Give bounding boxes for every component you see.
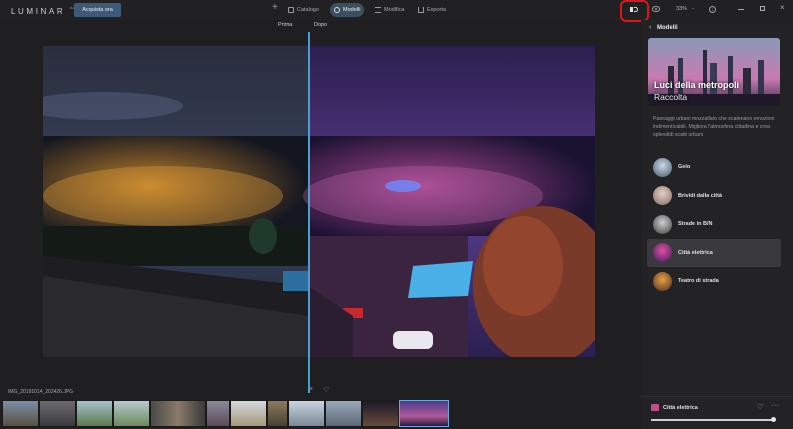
amount-slider-fill — [651, 419, 774, 421]
look-icon — [651, 404, 659, 411]
thumbnail[interactable] — [76, 400, 113, 427]
thumbnail-selected[interactable] — [399, 400, 449, 427]
thumbnail[interactable] — [150, 400, 206, 427]
info-icon[interactable]: i — [709, 6, 716, 13]
look-item-city-chills[interactable]: Brividi dalla città — [647, 182, 781, 210]
thumbnail[interactable] — [39, 400, 76, 427]
filename-label: IMG_20191014_202426.JPG — [8, 389, 74, 395]
look-thumbnail — [653, 243, 672, 262]
back-chevron-icon[interactable]: ‹ — [649, 24, 651, 31]
tab-label: Catalogo — [297, 7, 320, 13]
tab-export[interactable]: Esporta — [414, 3, 450, 17]
app-logo: LUMINAR AI — [11, 5, 74, 16]
top-bar: LUMINAR AI Acquista ora + Catalogo Model… — [0, 0, 793, 22]
thumbnail[interactable] — [362, 400, 399, 427]
divider — [641, 396, 793, 397]
amount-slider-handle[interactable] — [771, 417, 776, 422]
zoom-level[interactable]: 33% — [676, 6, 687, 12]
collection-subtitle: Raccolta — [654, 92, 688, 102]
thumbnail[interactable] — [2, 400, 39, 427]
collection-description: Paesaggi urbani mozzafiato che scatenano… — [653, 116, 775, 138]
look-item-street-theatre[interactable]: Teatro di strada — [647, 267, 781, 295]
tab-label: Modelli — [343, 7, 361, 13]
look-thumbnail — [653, 214, 672, 234]
photo-canvas[interactable] — [43, 46, 595, 357]
highlight-annotation — [620, 0, 649, 22]
look-label: Città elettrica — [678, 249, 713, 256]
minimize-icon[interactable] — [738, 9, 744, 10]
more-options-icon[interactable]: ··· — [771, 402, 780, 409]
look-item-frost[interactable]: Gelo — [647, 153, 781, 181]
panel-title: Modelli — [657, 25, 678, 31]
tab-label: Modifica — [384, 7, 405, 13]
close-icon[interactable]: × — [780, 4, 785, 12]
thumbnail[interactable] — [230, 400, 267, 427]
add-icon[interactable]: + — [272, 3, 278, 13]
compare-split-handle[interactable] — [308, 32, 310, 393]
thumbnail[interactable] — [206, 400, 230, 427]
look-label: Brividi dalla città — [678, 192, 723, 199]
close-icon[interactable]: × — [309, 386, 313, 393]
look-item-bw-streets[interactable]: Strade in B/N — [647, 210, 781, 238]
look-label: Gelo — [678, 164, 691, 170]
amount-slider[interactable] — [651, 417, 776, 422]
looks-list: Gelo Brividi dalla città Strade in B/N C… — [647, 153, 781, 296]
chevron-down-icon[interactable]: ⌄ — [691, 5, 695, 11]
tab-edit[interactable]: Modifica — [371, 3, 408, 17]
models-panel: ‹ Modelli Luci della metropoli Raccolta … — [641, 20, 793, 429]
maximize-icon[interactable] — [760, 6, 765, 11]
heart-icon[interactable]: ♡ — [757, 403, 763, 411]
after-label: Dopo — [314, 22, 328, 28]
applied-look-name: Città elettrica — [663, 405, 698, 411]
before-label: Prima — [278, 22, 293, 28]
look-thumbnail — [653, 157, 672, 177]
look-label: Strade in B/N — [678, 221, 713, 227]
look-thumbnail — [653, 271, 672, 291]
heart-icon[interactable]: ♡ — [323, 386, 329, 394]
upload-icon — [418, 7, 424, 13]
sliders-icon — [375, 7, 381, 13]
thumbnail[interactable] — [113, 400, 150, 427]
thumbnail[interactable] — [267, 400, 288, 427]
look-thumbnail — [653, 186, 672, 205]
collection-title: Luci della metropoli — [654, 80, 740, 90]
thumbnail[interactable] — [288, 400, 325, 427]
grid-icon — [288, 7, 294, 13]
tab-models[interactable]: Modelli — [330, 3, 365, 17]
look-label: Teatro di strada — [678, 278, 719, 284]
tab-label: Esporta — [427, 7, 446, 13]
look-item-electric-city[interactable]: Città elettrica — [647, 238, 781, 267]
buy-now-button[interactable]: Acquista ora — [74, 3, 121, 17]
people-icon — [334, 7, 340, 13]
eye-icon[interactable] — [652, 6, 660, 12]
thumbnail[interactable] — [325, 400, 362, 427]
collection-banner[interactable]: Luci della metropoli Raccolta — [648, 38, 780, 106]
tab-catalog[interactable]: Catalogo — [284, 3, 323, 17]
